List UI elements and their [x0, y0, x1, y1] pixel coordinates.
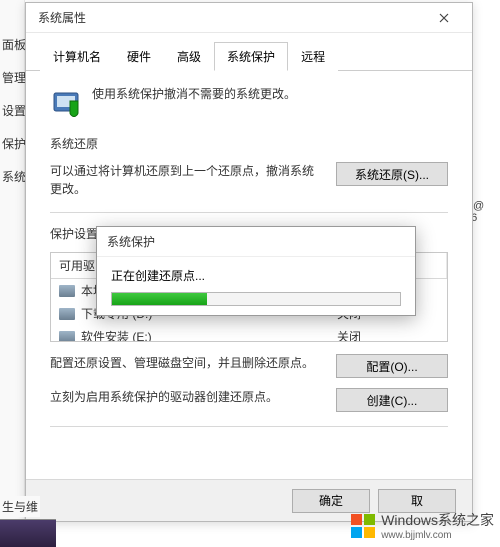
divider — [50, 426, 448, 427]
tabs: 计算机名 硬件 高级 系统保护 远程 — [26, 33, 472, 71]
progress-bar-fill — [112, 293, 207, 305]
progress-text: 正在创建还原点... — [111, 267, 401, 284]
drive-icon — [59, 331, 75, 343]
watermark-text: Windows系统之家 www.bjjmlv.com — [381, 510, 494, 541]
section-restore-title: 系统还原 — [50, 135, 448, 152]
tab-remote[interactable]: 远程 — [288, 42, 338, 71]
divider — [50, 212, 448, 213]
watermark-url: www.bjjmlv.com — [381, 530, 494, 541]
create-button[interactable]: 创建(C)... — [336, 388, 448, 412]
drive-row[interactable]: 软件安装 (E:) 关闭 — [51, 325, 447, 342]
progress-bar — [111, 292, 401, 306]
progress-dialog-title: 系统保护 — [97, 227, 415, 257]
drive-name: 软件安装 (E:) — [81, 328, 337, 342]
dialog-title: 系统属性 — [34, 9, 86, 26]
cancel-button[interactable]: 取 — [378, 489, 456, 513]
watermark-site: 系统之家 — [438, 512, 494, 528]
intro-text: 使用系统保护撤消不需要的系统更改。 — [92, 85, 296, 102]
bottom-left-label: 生与维 — [0, 496, 40, 517]
tab-system-protection[interactable]: 系统保护 — [214, 42, 288, 71]
tab-hardware[interactable]: 硬件 — [114, 42, 164, 71]
drive-icon — [59, 285, 75, 297]
ok-button[interactable]: 确定 — [292, 489, 370, 513]
watermark: Windows系统之家 www.bjjmlv.com — [351, 510, 494, 541]
restore-description: 可以通过将计算机还原到上一个还原点，撤消系统更改。 — [50, 162, 322, 198]
configure-button[interactable]: 配置(O)... — [336, 354, 448, 378]
create-description: 立刻为启用系统保护的驱动器创建还原点。 — [50, 388, 322, 406]
titlebar: 系统属性 — [26, 3, 472, 33]
close-icon — [439, 13, 449, 23]
taskbar-fragment — [0, 519, 56, 547]
shield-icon — [50, 85, 82, 117]
watermark-brand: Windows — [381, 512, 438, 528]
windows-logo-icon — [351, 514, 375, 538]
close-button[interactable] — [424, 4, 464, 32]
drive-status: 关闭 — [337, 328, 439, 342]
tab-computer-name[interactable]: 计算机名 — [40, 42, 114, 71]
system-restore-button[interactable]: 系统还原(S)... — [336, 162, 448, 186]
progress-dialog: 系统保护 正在创建还原点... — [96, 226, 416, 316]
config-description: 配置还原设置、管理磁盘空间，并且删除还原点。 — [50, 354, 322, 372]
drive-icon — [59, 308, 75, 320]
tab-advanced[interactable]: 高级 — [164, 42, 214, 71]
